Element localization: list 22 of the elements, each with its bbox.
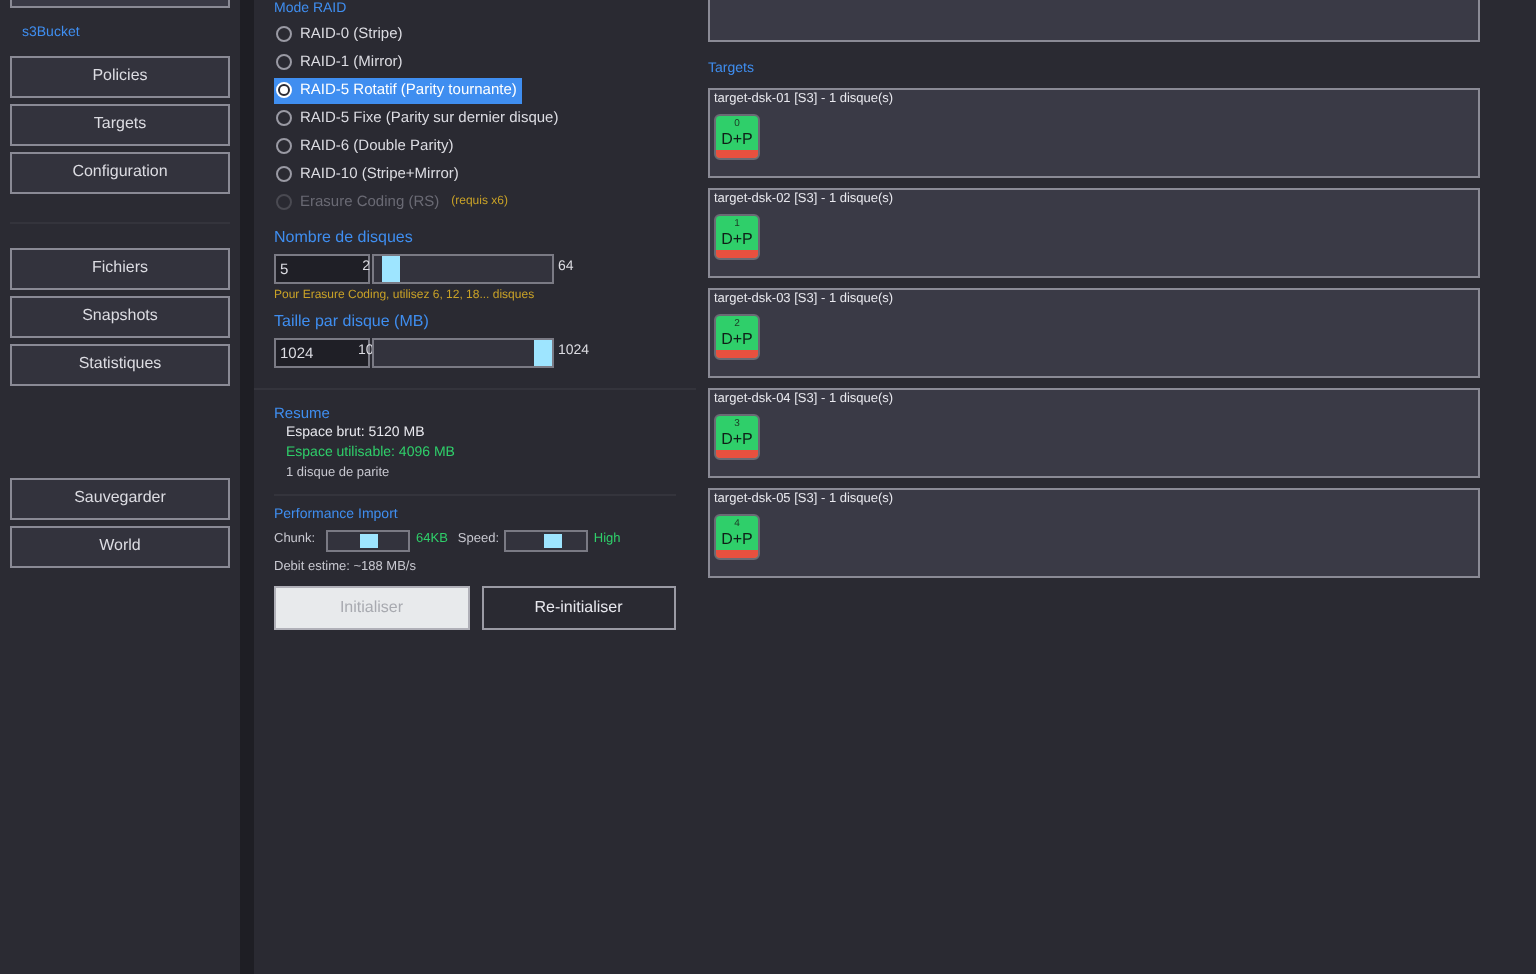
section-title: Taille par disque (MB)	[274, 310, 431, 334]
disk-role: D+P	[721, 131, 753, 147]
disk-role: D+P	[721, 331, 753, 347]
reset-button[interactable]: Re-initialiser	[481, 585, 676, 629]
sidebar-button[interactable]: Sauvegarder	[10, 477, 230, 519]
disk-role: D+P	[721, 231, 753, 247]
sidebar-button[interactable]: World	[10, 525, 230, 567]
sidebar-button[interactable]: Targets	[10, 103, 230, 145]
sidebar-button[interactable]: Fichiers	[10, 247, 230, 289]
slider-track[interactable]	[326, 529, 410, 552]
section-title: Nombre de disques	[274, 226, 415, 250]
disk-role: D+P	[721, 431, 753, 447]
sidebar-button[interactable]: Statistiques	[10, 343, 230, 385]
sidebar-button[interactable]: Configuration	[10, 151, 230, 193]
slider-thumb[interactable]	[543, 533, 561, 548]
slider-thumb[interactable]	[534, 339, 552, 365]
slider-thumb[interactable]	[382, 255, 400, 281]
sidebar-button[interactable]: Snapshots	[10, 295, 230, 337]
sidebar-button[interactable]: Policies	[10, 55, 230, 97]
slider-track[interactable]	[503, 529, 588, 552]
slider-thumb[interactable]	[359, 533, 377, 548]
disk-role: D+P	[721, 531, 753, 547]
